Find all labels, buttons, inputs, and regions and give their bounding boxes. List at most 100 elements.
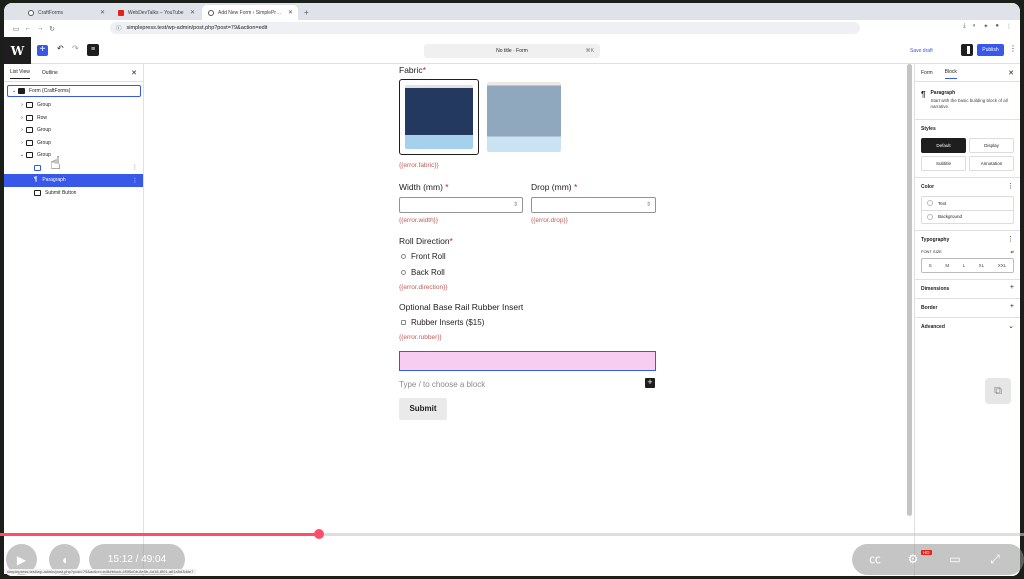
block-placeholder[interactable]: Type / to choose a block: [399, 380, 485, 389]
chevron-right-icon[interactable]: ›: [18, 115, 26, 121]
sidebar-toggle-icon[interactable]: ▭: [10, 25, 22, 33]
chevron-right-icon[interactable]: ›: [18, 140, 26, 146]
publish-button[interactable]: Publish: [977, 44, 1004, 56]
browser-menu-icon[interactable]: ⋮: [1006, 23, 1012, 30]
fullscreen-icon[interactable]: ⤢: [985, 550, 1005, 568]
style-annotation[interactable]: Annotation: [969, 155, 1014, 171]
browser-window: CraftForms ✕ WebDevTalks – YouTube ✕ Add…: [4, 3, 1020, 576]
fabric-option-navy[interactable]: [399, 79, 479, 155]
puzzle-icon[interactable]: ✦: [983, 23, 988, 30]
redo-icon[interactable]: ↷: [72, 44, 79, 53]
tab-outline[interactable]: Outline: [42, 70, 58, 76]
plus-icon[interactable]: +: [1010, 303, 1014, 310]
color-background[interactable]: Background: [922, 209, 1013, 223]
add-block-button[interactable]: +: [645, 378, 655, 388]
fabric-label: Fabric*: [399, 65, 426, 75]
checkbox-icon[interactable]: [401, 320, 406, 325]
document-overview-button[interactable]: ≡: [87, 44, 99, 56]
gear-icon[interactable]: ⚙: [903, 550, 923, 568]
tab-list-view[interactable]: List View: [10, 69, 30, 79]
forward-icon[interactable]: →: [34, 25, 46, 32]
color-options-icon[interactable]: ⋮: [1007, 182, 1014, 190]
list-item-group[interactable]: › Group: [4, 137, 143, 150]
browser-tab-0[interactable]: CraftForms ✕: [22, 5, 110, 20]
selected-paragraph-block[interactable]: [399, 351, 656, 371]
site-info-icon[interactable]: ⓘ: [116, 24, 122, 32]
radio-front-roll[interactable]: Front Roll: [401, 252, 446, 261]
stepper-icon[interactable]: ⇕: [646, 201, 651, 208]
plus-icon[interactable]: +: [1010, 284, 1014, 291]
new-tab-icon[interactable]: +: [304, 8, 309, 20]
save-draft-button[interactable]: Save draft: [910, 48, 933, 54]
list-item-row[interactable]: › Row: [4, 112, 143, 125]
border-panel[interactable]: Border +: [915, 299, 1020, 318]
stepper-icon[interactable]: ⇕: [513, 201, 518, 208]
block-inserter-button[interactable]: +: [37, 45, 48, 56]
document-bar[interactable]: No title · Form ⌘K: [424, 44, 600, 58]
list-item-child[interactable]: ⋮: [4, 162, 143, 175]
browser-tab-1[interactable]: WebDevTalks – YouTube ✕: [112, 5, 200, 20]
settings-toggle-button[interactable]: [961, 44, 973, 56]
chevron-down-icon[interactable]: ⌄: [18, 152, 26, 158]
download-icon[interactable]: ⤓: [963, 23, 966, 30]
drop-input[interactable]: ⇕: [531, 197, 656, 213]
screen-share-icon[interactable]: ⧉: [985, 378, 1011, 404]
tab-form[interactable]: Form: [921, 70, 933, 76]
undo-icon[interactable]: ↶: [57, 44, 64, 53]
submit-button[interactable]: Submit: [399, 398, 447, 420]
typography-options-icon[interactable]: ⋮: [1007, 235, 1014, 243]
chevron-down-icon[interactable]: ⌄: [1008, 322, 1014, 330]
options-menu-icon[interactable]: ⋮: [1009, 44, 1017, 53]
dimensions-panel[interactable]: Dimensions +: [915, 280, 1020, 299]
size-xl[interactable]: XL: [979, 263, 985, 268]
browser-tab-2[interactable]: Add New Form ‹ SimplePress — Wo ✕: [202, 5, 298, 20]
close-icon[interactable]: ✕: [1008, 69, 1014, 77]
radio-icon[interactable]: [401, 270, 406, 275]
close-icon[interactable]: ✕: [131, 69, 137, 77]
chevron-right-icon[interactable]: ›: [18, 102, 26, 108]
size-xxl[interactable]: XXL: [998, 263, 1007, 268]
list-item-group[interactable]: › Group: [4, 99, 143, 112]
checkbox-rubber[interactable]: Rubber Inserts ($15): [401, 318, 484, 327]
advanced-panel[interactable]: Advanced ⌄: [915, 318, 1020, 336]
color-heading: Color: [921, 183, 935, 190]
list-item-submit-button[interactable]: Submit Button: [4, 187, 143, 200]
theater-mode-icon[interactable]: ▭: [945, 550, 965, 568]
captions-icon[interactable]: ㏄: [865, 550, 885, 568]
size-l[interactable]: L: [963, 263, 966, 268]
size-s[interactable]: S: [929, 263, 932, 268]
style-display[interactable]: Display: [969, 137, 1014, 153]
list-item-group-expanded[interactable]: ⌄ Group: [4, 149, 143, 162]
chevron-down-icon[interactable]: ⌄: [10, 88, 18, 94]
block-options-icon[interactable]: ⋮: [132, 164, 138, 171]
radio-icon[interactable]: [401, 254, 406, 259]
back-icon[interactable]: ←: [22, 25, 34, 32]
wordpress-logo-icon[interactable]: W: [4, 37, 31, 64]
style-subtitle[interactable]: Subtitle: [921, 155, 966, 171]
tab-block[interactable]: Block: [944, 69, 957, 79]
close-icon[interactable]: ✕: [100, 9, 105, 16]
color-text[interactable]: Text: [922, 197, 1013, 210]
profile-icon[interactable]: ●: [995, 23, 999, 30]
list-view-panel: List View Outline ✕ ⌄ Form (CraftForms) …: [4, 64, 144, 576]
chevron-right-icon[interactable]: ›: [18, 127, 26, 133]
close-icon[interactable]: ✕: [190, 9, 195, 16]
extension-icon[interactable]: ◐: [973, 23, 977, 30]
custom-size-icon[interactable]: ⇄: [1011, 249, 1014, 254]
address-bar[interactable]: ⓘ simplepress.test/wp-admin/post.php?pos…: [110, 22, 860, 34]
list-item-paragraph[interactable]: ¶ Paragraph ⋮: [4, 174, 143, 187]
list-item-group[interactable]: › Group: [4, 124, 143, 137]
canvas-scrollbar[interactable]: [907, 64, 912, 516]
fabric-image: [487, 82, 561, 152]
width-input[interactable]: ⇕: [399, 197, 523, 213]
size-m[interactable]: M: [945, 263, 949, 268]
style-default[interactable]: Default: [921, 137, 966, 153]
fabric-option-blue[interactable]: [484, 79, 564, 155]
block-options-icon[interactable]: ⋮: [132, 177, 138, 184]
tab-label: CraftForms: [38, 9, 63, 16]
reload-icon[interactable]: ↻: [46, 25, 58, 33]
close-icon[interactable]: ✕: [288, 9, 293, 16]
radio-back-roll[interactable]: Back Roll: [401, 268, 445, 277]
list-item-form[interactable]: ⌄ Form (CraftForms): [7, 85, 141, 97]
wordpress-icon: [208, 9, 214, 16]
